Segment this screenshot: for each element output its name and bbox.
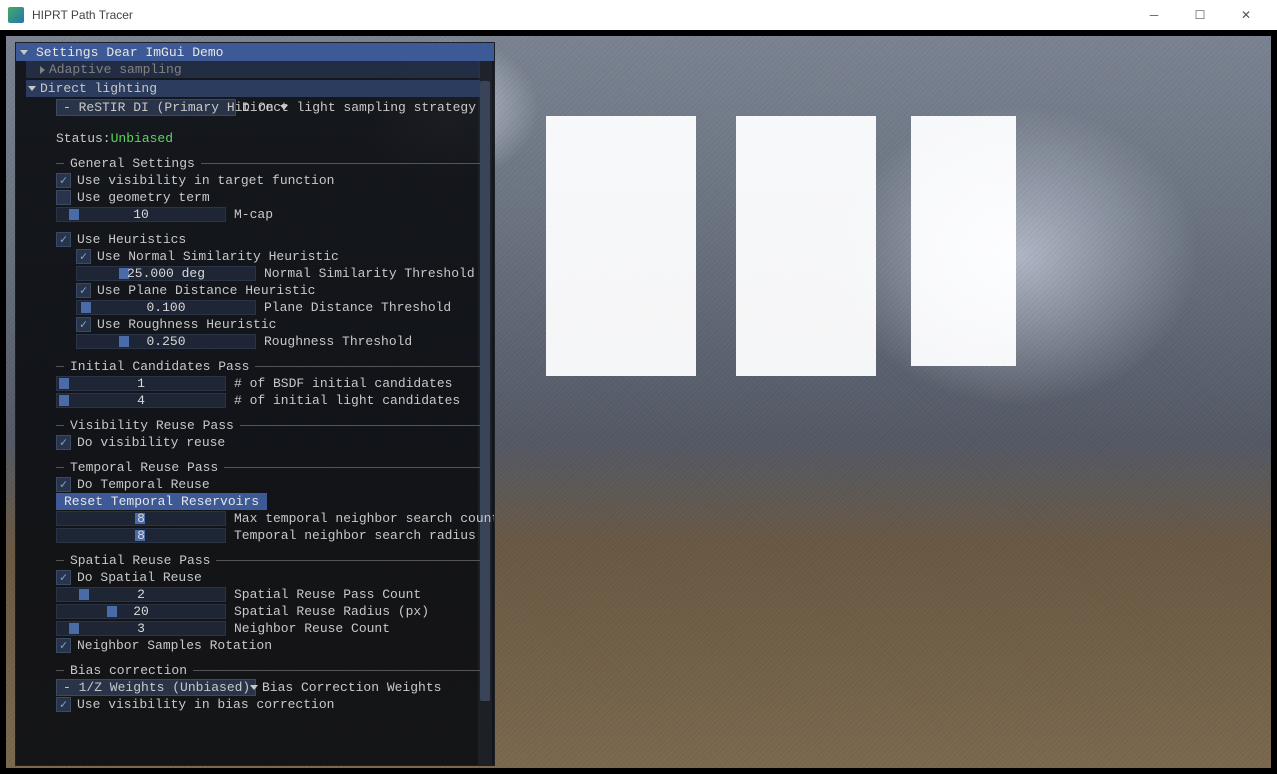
do-temporal-checkbox[interactable]: [56, 477, 71, 492]
menu-bar: Settings Dear ImGui Demo: [16, 43, 494, 61]
plane-heuristic-checkbox[interactable]: [76, 283, 91, 298]
plane-heuristic-label: Use Plane Distance Heuristic: [97, 283, 315, 298]
direct-lighting-header[interactable]: Direct lighting: [26, 80, 480, 97]
normal-thresh-slider[interactable]: 25.000 deg: [76, 266, 256, 281]
mcap-slider[interactable]: 10: [56, 207, 226, 222]
normal-thresh-label: Normal Similarity Threshold: [264, 266, 475, 281]
spatial-count-value: 2: [137, 587, 145, 602]
menu-settings[interactable]: Settings: [32, 45, 102, 60]
general-header: General Settings: [70, 156, 195, 171]
tri-icon: [40, 66, 45, 74]
strategy-combo[interactable]: - ReSTIR DI (Primary Hit On: [56, 99, 236, 116]
do-vis-reuse-label: Do visibility reuse: [77, 435, 225, 450]
mcap-value: 10: [133, 207, 149, 222]
spatial-count-label: Spatial Reuse Pass Count: [234, 587, 421, 602]
normal-heuristic-label: Use Normal Similarity Heuristic: [97, 249, 339, 264]
vis-reuse-header: Visibility Reuse Pass: [70, 418, 234, 433]
vis-reuse-separator: Visibility Reuse Pass: [26, 417, 494, 434]
temporal-radius-label: Temporal neighbor search radius: [234, 528, 476, 543]
bsdf-label: # of BSDF initial candidates: [234, 376, 452, 391]
vis-bias-checkbox[interactable]: [56, 697, 71, 712]
maximize-button[interactable]: ☐: [1177, 0, 1223, 30]
bsdf-candidates-slider[interactable]: 1: [56, 376, 226, 391]
spatial-count-slider[interactable]: 2: [56, 587, 226, 602]
app-icon: [8, 7, 24, 23]
bias-combo[interactable]: - 1/Z Weights (Unbiased): [56, 679, 256, 696]
initial-separator: Initial Candidates Pass: [26, 358, 494, 375]
collapse-icon[interactable]: [20, 50, 28, 55]
adaptive-sampling-label: Adaptive sampling: [49, 62, 182, 77]
rough-heuristic-label: Use Roughness Heuristic: [97, 317, 276, 332]
tri-down-icon: [28, 86, 36, 91]
temporal-radius-value: 8: [137, 528, 145, 543]
do-vis-reuse-checkbox[interactable]: [56, 435, 71, 450]
neighbor-rotation-checkbox[interactable]: [56, 638, 71, 653]
temporal-header: Temporal Reuse Pass: [70, 460, 218, 475]
bias-separator: Bias correction: [26, 662, 494, 679]
reset-temporal-button[interactable]: Reset Temporal Reservoirs: [56, 493, 267, 510]
mcap-label: M-cap: [234, 207, 273, 222]
bsdf-value: 1: [137, 376, 145, 391]
neighbor-count-slider[interactable]: 3: [56, 621, 226, 636]
window-title: HIPRT Path Tracer: [32, 8, 133, 22]
menu-demo[interactable]: Dear ImGui Demo: [102, 45, 227, 60]
initial-header: Initial Candidates Pass: [70, 359, 249, 374]
status-value: Unbiased: [111, 131, 173, 146]
vis-target-label: Use visibility in target function: [77, 173, 334, 188]
plane-thresh-label: Plane Distance Threshold: [264, 300, 451, 315]
close-button[interactable]: ✕: [1223, 0, 1269, 30]
bias-combo-value: - 1/Z Weights (Unbiased): [63, 680, 250, 695]
vis-target-checkbox[interactable]: [56, 173, 71, 188]
use-heuristics-checkbox[interactable]: [56, 232, 71, 247]
normal-heuristic-checkbox[interactable]: [76, 249, 91, 264]
geom-term-checkbox[interactable]: [56, 190, 71, 205]
viewport: Settings Dear ImGui Demo Adaptive sampli…: [0, 30, 1277, 774]
temporal-radius-slider[interactable]: 8: [56, 528, 226, 543]
spatial-radius-slider[interactable]: 20: [56, 604, 226, 619]
neighbor-rotation-label: Neighbor Samples Rotation: [77, 638, 272, 653]
bias-combo-label: Bias Correction Weights: [262, 680, 441, 695]
neighbor-label: Neighbor Reuse Count: [234, 621, 390, 636]
spatial-header: Spatial Reuse Pass: [70, 553, 210, 568]
spatial-radius-value: 20: [133, 604, 149, 619]
do-temporal-label: Do Temporal Reuse: [77, 477, 210, 492]
do-spatial-checkbox[interactable]: [56, 570, 71, 585]
do-spatial-label: Do Spatial Reuse: [77, 570, 202, 585]
strategy-label: Direct light sampling strategy: [242, 100, 476, 115]
geom-term-label: Use geometry term: [77, 190, 210, 205]
status-label: Status:: [56, 131, 111, 146]
spatial-radius-label: Spatial Reuse Radius (px): [234, 604, 429, 619]
max-temporal-search-slider[interactable]: 8: [56, 511, 226, 526]
max-search-value: 8: [137, 511, 145, 526]
minimize-button[interactable]: ─: [1131, 0, 1177, 30]
vis-bias-label: Use visibility in bias correction: [77, 697, 334, 712]
rough-thresh-value: 0.250: [146, 334, 185, 349]
max-search-label: Max temporal neighbor search count: [234, 511, 494, 526]
window-titlebar: HIPRT Path Tracer ─ ☐ ✕: [0, 0, 1277, 30]
light-candidates-slider[interactable]: 4: [56, 393, 226, 408]
light-label: # of initial light candidates: [234, 393, 460, 408]
bias-header: Bias correction: [70, 663, 187, 678]
spatial-separator: Spatial Reuse Pass: [26, 552, 494, 569]
neighbor-value: 3: [137, 621, 145, 636]
chevron-down-icon: [250, 685, 258, 690]
direct-lighting-label: Direct lighting: [40, 81, 157, 96]
panel-body: Adaptive sampling Direct lighting - ReST…: [16, 61, 494, 765]
normal-thresh-value: 25.000 deg: [127, 266, 205, 281]
light-value: 4: [137, 393, 145, 408]
settings-panel: Settings Dear ImGui Demo Adaptive sampli…: [15, 42, 495, 766]
use-heuristics-label: Use Heuristics: [77, 232, 186, 247]
temporal-separator: Temporal Reuse Pass: [26, 459, 494, 476]
rough-heuristic-checkbox[interactable]: [76, 317, 91, 332]
plane-thresh-value: 0.100: [146, 300, 185, 315]
rough-thresh-slider[interactable]: 0.250: [76, 334, 256, 349]
plane-thresh-slider[interactable]: 0.100: [76, 300, 256, 315]
adaptive-sampling-header[interactable]: Adaptive sampling: [26, 61, 480, 78]
rough-thresh-label: Roughness Threshold: [264, 334, 412, 349]
general-settings-separator: General Settings: [26, 155, 494, 172]
